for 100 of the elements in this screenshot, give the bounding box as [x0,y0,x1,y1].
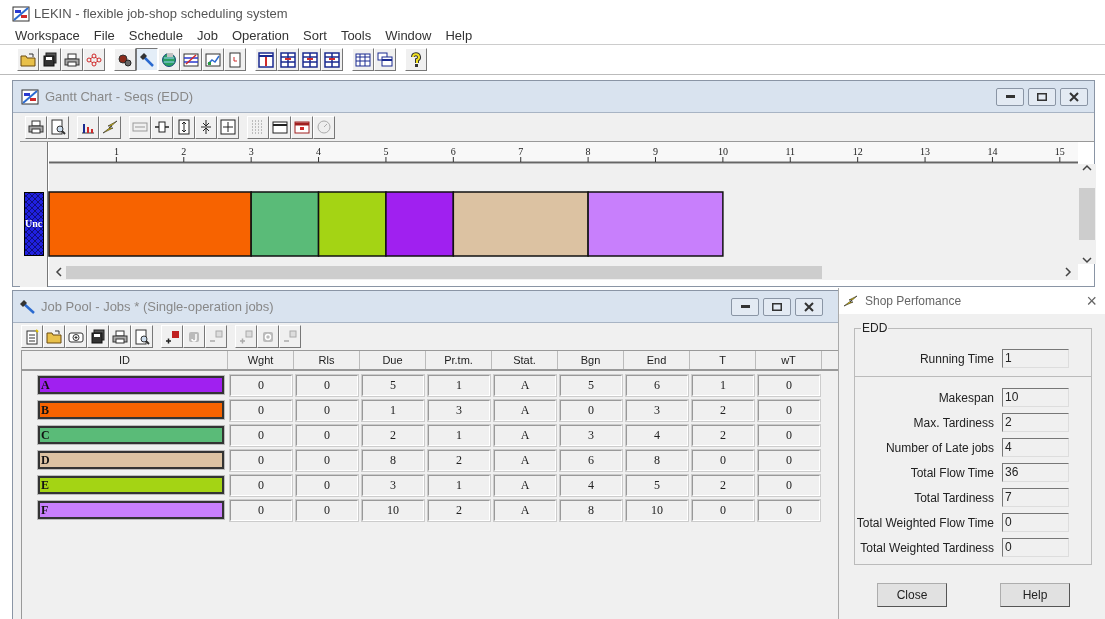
table-cell: 0 [296,399,358,421]
toolbar-button[interactable] [136,48,158,71]
tick-label: 8 [585,146,591,157]
value-field: 0 [1002,513,1069,532]
table-cell: A [494,449,556,471]
menu-item[interactable]: Help [445,26,473,46]
scroll-down-icon[interactable] [1082,256,1092,264]
tick-label: 5 [383,146,389,157]
menu-item[interactable]: Operation [231,26,290,46]
job-id-bar[interactable]: E [38,476,224,494]
table-cell: 0 [296,374,358,396]
calendar-icon [272,119,288,135]
restore-button[interactable] [1028,87,1056,106]
tick-label: 9 [653,146,658,157]
horizontal-scrollbar[interactable] [49,264,1078,280]
table-icon [258,51,274,68]
axis-tick [789,156,791,163]
tick-label: 6 [450,146,456,157]
tick-label: 7 [518,146,524,157]
table-cell: 5 [560,374,622,396]
scroll-up-icon[interactable] [1082,164,1092,172]
dialog-button[interactable]: Help [1000,583,1070,607]
table-cell: 1 [428,424,490,446]
dialog-button[interactable]: Close [877,583,947,607]
gears-icon [117,51,133,68]
value-field: 36 [1002,463,1069,482]
table-cell: A [494,424,556,446]
gantt-bar[interactable] [317,191,387,257]
table-cell: 2 [428,499,490,521]
axis-tick [250,156,252,163]
print-preview-icon [50,119,66,135]
table-cell: A [494,374,556,396]
floppy-disk-icon [90,328,106,345]
table-cell: 1 [692,374,754,396]
close-button[interactable]: × [1086,292,1097,310]
app-icon [12,6,30,22]
job-id-bar[interactable]: A [38,376,224,394]
table-cell: 0 [296,499,358,521]
table-cell: 0 [692,449,754,471]
close-button[interactable] [795,297,823,316]
job-id-bar[interactable]: C [38,426,224,444]
scroll-left-icon[interactable] [55,267,63,277]
table-cell: 2 [692,424,754,446]
table-cell: 0 [230,499,292,521]
table-icon [280,51,296,68]
scrollbar-thumb[interactable] [1079,188,1095,240]
minimize-button[interactable] [731,297,759,316]
table-cell: 1 [428,374,490,396]
menu-item[interactable]: Job [196,26,218,46]
table-cell: 3 [428,399,490,421]
shrink-icon [198,119,214,135]
restore-icon [1037,92,1047,101]
table-cell: 0 [230,449,292,471]
table-cell: 8 [626,449,688,471]
table-cell: 0 [692,499,754,521]
menu-item[interactable]: Schedule [128,26,183,46]
vertical-scrollbar[interactable] [1078,164,1096,264]
gantt-icon [21,88,39,105]
close-icon [1069,91,1079,102]
scroll-right-icon[interactable] [1064,267,1072,277]
minimize-icon [1005,95,1015,98]
window-icon [294,119,310,135]
job-id-bar[interactable]: D [38,451,224,469]
machine-label: Unc [25,218,43,229]
table-icon [324,51,340,68]
fit-width-icon [132,119,148,135]
value-field: 10 [1002,388,1069,407]
gantt-bar[interactable] [452,191,589,257]
value-field: 1 [1002,349,1069,368]
axis-tick [991,156,993,163]
table-icon [302,51,318,68]
dialog-title: Shop Perfomance [865,293,963,310]
value-field: 0 [1002,538,1069,557]
tick-label: 3 [248,146,254,157]
table-cell: 2 [692,474,754,496]
gantt-bar[interactable] [48,191,252,257]
table-cell: 5 [362,374,424,396]
menu-item[interactable]: Tools [340,26,372,46]
table-cell: 8 [560,499,622,521]
menu-item[interactable]: Window [385,26,432,46]
axis-tick [318,156,320,163]
restore-button[interactable] [763,297,791,316]
gantt-bar[interactable] [587,191,724,257]
window-title: Job Pool - Jobs * (Single-operation jobs) [41,297,275,316]
document-icon [227,51,243,68]
menu-item[interactable]: Sort [303,26,327,46]
menu-item[interactable]: File [93,26,115,46]
minimize-button[interactable] [996,87,1024,106]
field-label: Number of Late jobs [884,439,995,457]
menu-item[interactable]: Workspace [15,26,80,46]
table-cell: 0 [296,474,358,496]
gantt-bar[interactable] [250,191,320,257]
table-cell: 0 [230,474,292,496]
job-id-bar[interactable]: B [38,401,224,419]
remove-icon [282,328,298,345]
table-cell: 0 [758,374,820,396]
job-id-bar[interactable]: F [38,501,224,519]
clock-icon [316,119,332,135]
scrollbar-thumb[interactable] [66,265,822,279]
close-button[interactable] [1060,87,1088,106]
